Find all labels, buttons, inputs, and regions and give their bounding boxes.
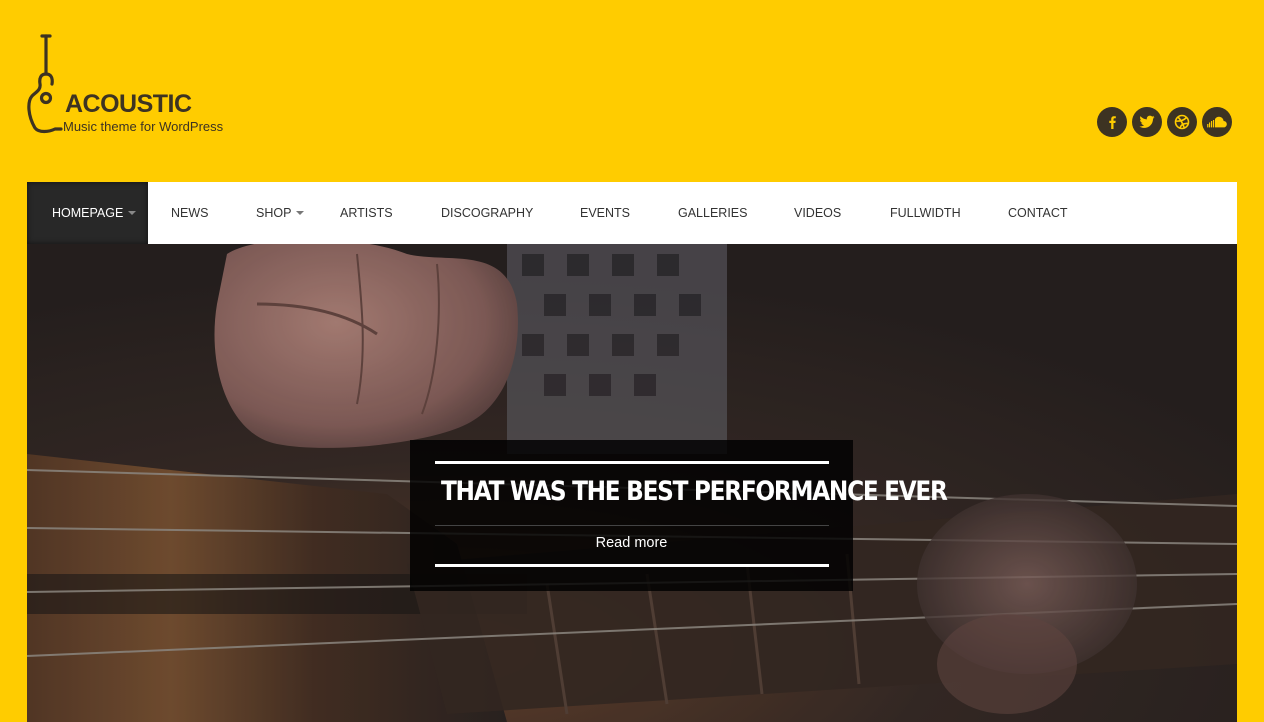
nav-item-label: HOMEPAGE (52, 206, 124, 220)
soundcloud-icon[interactable] (1202, 107, 1232, 137)
nav-item-label: ARTISTS (340, 206, 393, 220)
caption-top-rule (435, 461, 829, 464)
logo-title: ACOUSTIC (65, 90, 192, 118)
nav-item-galleries[interactable]: GALLERIES (678, 182, 747, 244)
read-more-link[interactable]: Read more (410, 535, 853, 551)
social-links (1097, 107, 1232, 137)
main-navigation: HOMEPAGE NEWS SHOP ARTISTS DISCOGRAPHY E… (27, 182, 1237, 244)
caption-divider (435, 525, 829, 526)
dribbble-icon[interactable] (1167, 107, 1197, 137)
nav-item-label: VIDEOS (794, 206, 842, 220)
nav-item-label: GALLERIES (678, 206, 748, 220)
twitter-icon[interactable] (1132, 107, 1162, 137)
nav-item-discography[interactable]: DISCOGRAPHY (441, 182, 533, 244)
nav-item-label: FULLWIDTH (890, 206, 961, 220)
facebook-icon[interactable] (1097, 107, 1127, 137)
chevron-down-icon (128, 211, 137, 215)
nav-item-shop[interactable]: SHOP (256, 182, 305, 244)
slide-caption: THAT WAS THE BEST PERFORMANCE EVER Read … (410, 440, 948, 591)
nav-item-videos[interactable]: VIDEOS (794, 182, 841, 244)
nav-item-fullwidth[interactable]: FULLWIDTH (890, 182, 961, 244)
nav-item-news[interactable]: NEWS (171, 182, 209, 244)
nav-item-artists[interactable]: ARTISTS (340, 182, 393, 244)
logo-tagline: Music theme for WordPress (63, 119, 224, 134)
nav-item-label: EVENTS (580, 206, 631, 220)
nav-item-events[interactable]: EVENTS (580, 182, 630, 244)
nav-item-label: DISCOGRAPHY (441, 206, 534, 220)
caption-bottom-rule (435, 564, 829, 567)
nav-item-label: NEWS (171, 206, 209, 220)
site-logo[interactable]: ACOUSTIC Music theme for WordPress (27, 34, 247, 134)
chevron-down-icon (296, 211, 305, 215)
nav-item-contact[interactable]: CONTACT (1008, 182, 1068, 244)
nav-item-homepage[interactable]: HOMEPAGE (27, 182, 149, 244)
content-frame: HOMEPAGE NEWS SHOP ARTISTS DISCOGRAPHY E… (27, 182, 1237, 722)
nav-item-label: SHOP (256, 206, 292, 220)
hero-slider[interactable]: THAT WAS THE BEST PERFORMANCE EVER Read … (27, 244, 1237, 722)
nav-item-label: CONTACT (1008, 206, 1068, 220)
slide-title[interactable]: THAT WAS THE BEST PERFORMANCE EVER (441, 476, 948, 507)
